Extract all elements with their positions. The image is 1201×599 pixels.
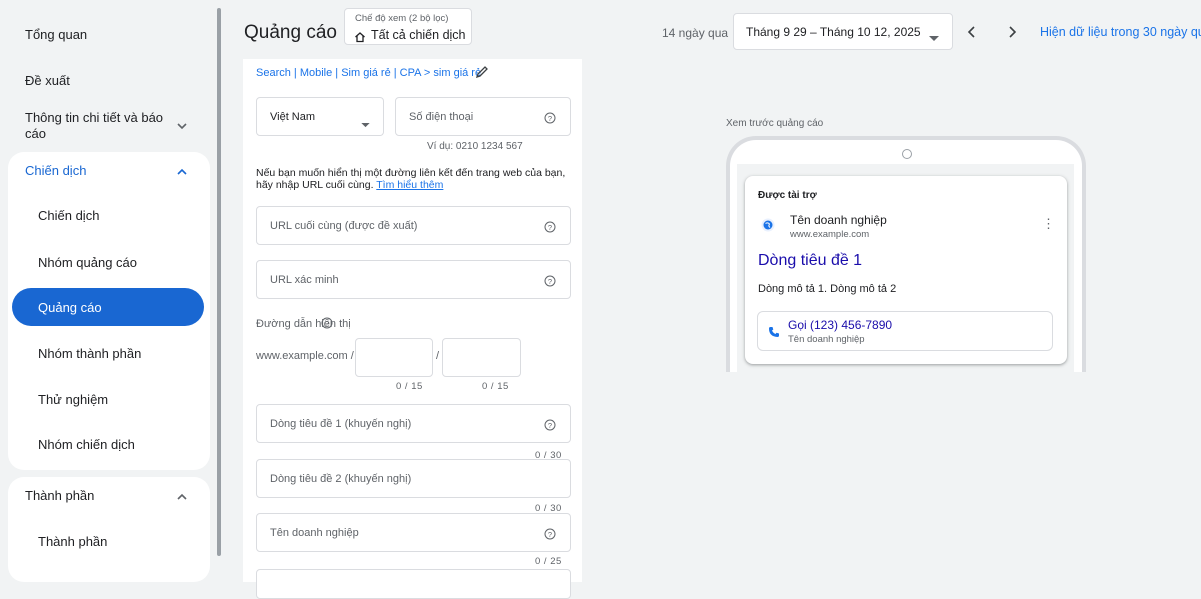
- pencil-icon[interactable]: [475, 65, 489, 79]
- help-icon[interactable]: ?: [544, 220, 556, 233]
- date-range-select[interactable]: Tháng 9 29 – Tháng 10 12, 2025: [733, 13, 953, 50]
- more-vert-icon[interactable]: ⋮: [1042, 217, 1055, 230]
- business-name-input[interactable]: Tên doanh nghiệp ?: [256, 513, 571, 552]
- camera-icon: [902, 149, 912, 159]
- dropdown-arrow-icon: [361, 115, 370, 133]
- headline1-input[interactable]: Dòng tiêu đề 1 (khuyến nghị) ?: [256, 404, 571, 443]
- phone-input[interactable]: Số điện thoại ?: [395, 97, 571, 136]
- path1-counter: 0 / 15: [396, 381, 423, 392]
- preview-headline: Dòng tiêu đề 1: [758, 252, 863, 269]
- svg-text:?: ?: [548, 421, 552, 430]
- view-mode-value: Tất cả chiến dịch: [371, 28, 466, 42]
- help-icon[interactable]: ?: [544, 111, 556, 124]
- call-business-name: Tên doanh nghiệp: [788, 334, 865, 345]
- preview-business-name: Tên doanh nghiệp: [790, 213, 887, 227]
- business-name-counter: 0 / 25: [535, 556, 562, 567]
- sidebar-item-campaigns[interactable]: Chiến dịch: [38, 208, 99, 223]
- breadcrumb[interactable]: Search | Mobile | Sim giá rẻ | CPA > sim…: [256, 67, 481, 79]
- sidebar-scrollbar[interactable]: [217, 8, 221, 556]
- page-title: Quảng cáo: [244, 22, 337, 43]
- call-number: Gọi (123) 456-7890: [788, 318, 893, 332]
- phone-icon: [768, 325, 780, 337]
- business-name-placeholder: Tên doanh nghiệp: [270, 527, 359, 539]
- sidebar-item-ads[interactable]: Quảng cáo: [38, 300, 102, 315]
- chevron-left-icon[interactable]: [962, 22, 982, 42]
- nav-insights[interactable]: Thông tin chi tiết và báo cáo: [25, 110, 165, 142]
- sidebar-item-asset-groups[interactable]: Nhóm thành phần: [38, 346, 141, 361]
- view-mode-chip[interactable]: Chế độ xem (2 bộ lọc) Tất cả chiến dịch: [344, 8, 472, 45]
- sidebar-item-campaign-groups[interactable]: Nhóm chiến dịch: [38, 437, 135, 452]
- url-note: Nếu bạn muốn hiển thị một đường liên kết…: [256, 167, 576, 191]
- path2-input[interactable]: [442, 338, 521, 377]
- final-url-placeholder: URL cuối cùng (được đề xuất): [270, 220, 418, 232]
- svg-text:?: ?: [548, 114, 552, 123]
- path2-counter: 0 / 15: [482, 381, 509, 392]
- svg-text:?: ?: [548, 530, 552, 539]
- svg-text:?: ?: [325, 319, 329, 328]
- ad-form-panel: Search | Mobile | Sim giá rẻ | CPA > sim…: [243, 59, 582, 599]
- sidebar-item-assets[interactable]: Thành phần: [38, 534, 107, 549]
- sidebar-item-ad-groups[interactable]: Nhóm quảng cáo: [38, 255, 137, 270]
- sidebar-item-experiments[interactable]: Thử nghiệm: [38, 392, 108, 407]
- preview-description: Dòng mô tả 1. Dòng mô tả 2: [758, 283, 897, 295]
- svg-text:?: ?: [548, 223, 552, 232]
- chevron-up-icon[interactable]: [175, 490, 189, 504]
- dropdown-arrow-icon: [929, 29, 939, 47]
- help-icon[interactable]: ?: [544, 418, 556, 431]
- ad-preview-card: Được tài trợ Tên doanh nghiệp www.exampl…: [745, 176, 1067, 364]
- display-path-prefix: www.example.com /: [256, 350, 354, 362]
- help-icon[interactable]: ?: [544, 527, 556, 540]
- display-path-label: Đường dẫn hiển thị: [256, 318, 351, 330]
- help-icon[interactable]: ?: [321, 316, 333, 329]
- nav-campaigns-group[interactable]: Chiến dịch: [25, 163, 86, 179]
- date-range-label: 14 ngày qua: [662, 26, 729, 40]
- chevron-right-icon[interactable]: [1002, 22, 1022, 42]
- headline1-placeholder: Dòng tiêu đề 1 (khuyến nghị): [270, 418, 412, 430]
- verify-url-input[interactable]: URL xác minh ?: [256, 260, 571, 299]
- show-30-days-link[interactable]: Hiện dữ liệu trong 30 ngày qua: [1040, 25, 1201, 39]
- nav-assets-group[interactable]: Thành phần: [25, 488, 94, 504]
- nav-overview[interactable]: Tổng quan: [25, 27, 87, 43]
- path-separator: /: [436, 350, 440, 362]
- preview-url: www.example.com: [790, 229, 870, 240]
- sidebar: Tổng quan Đề xuất Thông tin chi tiết và …: [0, 0, 216, 582]
- headline2-input[interactable]: Dòng tiêu đề 2 (khuyến nghị): [256, 459, 571, 498]
- phone-example: Ví dụ: 0210 1234 567: [427, 141, 523, 152]
- verify-url-placeholder: URL xác minh: [270, 274, 339, 286]
- country-select[interactable]: Việt Nam: [256, 97, 384, 136]
- home-icon: [354, 30, 366, 43]
- chevron-up-icon[interactable]: [175, 165, 189, 179]
- chevron-down-icon[interactable]: [175, 119, 189, 133]
- country-value: Việt Nam: [270, 111, 316, 123]
- call-extension: Gọi (123) 456-7890 Tên doanh nghiệp: [757, 311, 1053, 351]
- svg-text:?: ?: [548, 277, 552, 286]
- phone-placeholder: Số điện thoại: [409, 111, 474, 123]
- date-range-value: Tháng 9 29 – Tháng 10 12, 2025: [746, 25, 921, 39]
- preview-label: Xem trước quảng cáo: [726, 118, 824, 129]
- learn-more-link[interactable]: Tìm hiểu thêm: [376, 179, 443, 191]
- headline2-placeholder: Dòng tiêu đề 2 (khuyến nghị): [270, 473, 412, 485]
- nav-recommendations[interactable]: Đề xuất: [25, 73, 70, 89]
- view-mode-label: Chế độ xem (2 bộ lọc): [355, 13, 449, 24]
- path1-input[interactable]: [355, 338, 433, 377]
- sponsored-label: Được tài trợ: [758, 190, 817, 201]
- globe-icon: [761, 218, 775, 232]
- next-field-input[interactable]: [256, 569, 571, 599]
- final-url-input[interactable]: URL cuối cùng (được đề xuất) ?: [256, 206, 571, 245]
- help-icon[interactable]: ?: [544, 274, 556, 287]
